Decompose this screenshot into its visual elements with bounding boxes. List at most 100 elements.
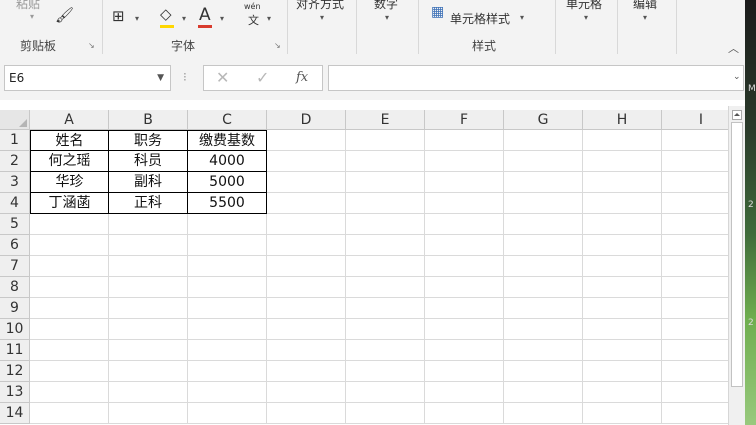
row-header[interactable]: 2 (0, 151, 30, 172)
cell-F12[interactable] (425, 361, 504, 382)
row-header[interactable]: 14 (0, 403, 30, 424)
cell-B13[interactable] (109, 382, 188, 403)
cell-I5[interactable] (662, 214, 728, 235)
splitter-dots-icon[interactable]: ⁝ (183, 70, 187, 84)
cell-F13[interactable] (425, 382, 504, 403)
borders-icon[interactable]: ⊞ (112, 7, 125, 25)
cell-D8[interactable] (267, 277, 346, 298)
cell-A12[interactable] (30, 361, 109, 382)
cell-H4[interactable] (583, 193, 662, 214)
cell-D11[interactable] (267, 340, 346, 361)
cell-H10[interactable] (583, 319, 662, 340)
cell-G13[interactable] (504, 382, 583, 403)
cell-I1[interactable] (662, 130, 728, 151)
cell-E11[interactable] (346, 340, 425, 361)
enter-check-icon[interactable]: ✓ (256, 68, 269, 87)
cell-E6[interactable] (346, 235, 425, 256)
cell-B7[interactable] (109, 256, 188, 277)
number-dropdown-icon[interactable]: ▾ (385, 13, 389, 22)
vertical-scrollbar[interactable] (728, 106, 746, 425)
cell-E3[interactable] (346, 172, 425, 193)
cell-E2[interactable] (346, 151, 425, 172)
cell-C13[interactable] (188, 382, 267, 403)
cell-H8[interactable] (583, 277, 662, 298)
cell-G12[interactable] (504, 361, 583, 382)
cell-H3[interactable] (583, 172, 662, 193)
cell-B3[interactable]: 副科 (109, 172, 188, 193)
column-header[interactable]: E (346, 110, 425, 130)
cell-H11[interactable] (583, 340, 662, 361)
row-header[interactable]: 10 (0, 319, 30, 340)
cell-F6[interactable] (425, 235, 504, 256)
cell-I14[interactable] (662, 403, 728, 424)
cell-F8[interactable] (425, 277, 504, 298)
cell-C5[interactable] (188, 214, 267, 235)
cell-A5[interactable] (30, 214, 109, 235)
cell-D10[interactable] (267, 319, 346, 340)
row-header[interactable]: 3 (0, 172, 30, 193)
cell-I3[interactable] (662, 172, 728, 193)
cell-E10[interactable] (346, 319, 425, 340)
cell-H14[interactable] (583, 403, 662, 424)
cell-C2[interactable]: 4000 (188, 151, 267, 172)
cell-style-icon[interactable]: ▦ (431, 4, 444, 20)
cell-E9[interactable] (346, 298, 425, 319)
column-header[interactable]: I (662, 110, 728, 130)
cell-H9[interactable] (583, 298, 662, 319)
phonetic-icon-top[interactable]: wén (244, 2, 261, 11)
cell-F4[interactable] (425, 193, 504, 214)
cell-F5[interactable] (425, 214, 504, 235)
cell-C4[interactable]: 5500 (188, 193, 267, 214)
cell-A14[interactable] (30, 403, 109, 424)
cell-A8[interactable] (30, 277, 109, 298)
borders-dropdown-icon[interactable]: ▾ (135, 14, 139, 23)
scrollbar-thumb[interactable] (731, 122, 743, 387)
cell-I2[interactable] (662, 151, 728, 172)
cell-C9[interactable] (188, 298, 267, 319)
column-header[interactable]: A (30, 110, 109, 130)
fill-color-icon[interactable]: ◇ (160, 5, 172, 23)
cell-G4[interactable] (504, 193, 583, 214)
row-header[interactable]: 12 (0, 361, 30, 382)
alignment-dropdown-icon[interactable]: ▾ (320, 13, 324, 22)
row-header[interactable]: 5 (0, 214, 30, 235)
cell-A6[interactable] (30, 235, 109, 256)
row-header[interactable]: 8 (0, 277, 30, 298)
cell-I8[interactable] (662, 277, 728, 298)
cell-D12[interactable] (267, 361, 346, 382)
cell-B10[interactable] (109, 319, 188, 340)
cell-D7[interactable] (267, 256, 346, 277)
cell-A1[interactable]: 姓名 (30, 130, 109, 151)
cell-A9[interactable] (30, 298, 109, 319)
cell-G11[interactable] (504, 340, 583, 361)
paste-button[interactable]: 粘贴 (16, 0, 40, 12)
cell-B4[interactable]: 正科 (109, 193, 188, 214)
column-header[interactable]: H (583, 110, 662, 130)
name-box[interactable]: E6 ▼ (4, 65, 171, 91)
cell-A2[interactable]: 何之瑶 (30, 151, 109, 172)
cell-G6[interactable] (504, 235, 583, 256)
cell-G9[interactable] (504, 298, 583, 319)
cell-C14[interactable] (188, 403, 267, 424)
cell-G8[interactable] (504, 277, 583, 298)
row-header[interactable]: 7 (0, 256, 30, 277)
expand-formula-icon[interactable]: ⌄ (733, 72, 741, 82)
cell-I10[interactable] (662, 319, 728, 340)
cell-G10[interactable] (504, 319, 583, 340)
cell-G5[interactable] (504, 214, 583, 235)
cells-button[interactable]: 单元格 (566, 0, 602, 12)
column-header[interactable]: F (425, 110, 504, 130)
cell-E8[interactable] (346, 277, 425, 298)
cell-B2[interactable]: 科员 (109, 151, 188, 172)
editing-dropdown-icon[interactable]: ▾ (643, 13, 647, 22)
cell-I6[interactable] (662, 235, 728, 256)
cell-E7[interactable] (346, 256, 425, 277)
cell-I4[interactable] (662, 193, 728, 214)
cell-D2[interactable] (267, 151, 346, 172)
cell-E13[interactable] (346, 382, 425, 403)
row-header[interactable]: 4 (0, 193, 30, 214)
cell-B11[interactable] (109, 340, 188, 361)
cell-C8[interactable] (188, 277, 267, 298)
cell-I7[interactable] (662, 256, 728, 277)
row-header[interactable]: 6 (0, 235, 30, 256)
